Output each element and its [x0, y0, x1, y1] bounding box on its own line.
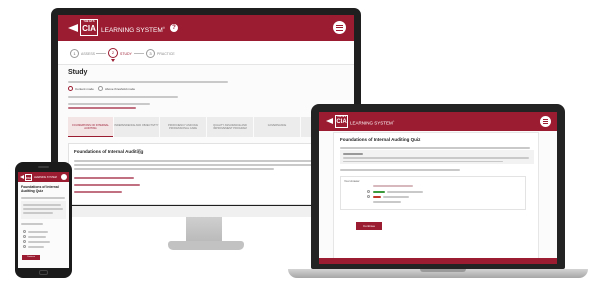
content-mode-label: Content mode: [75, 86, 94, 91]
info-icon[interactable]: [137, 149, 142, 154]
laptop-product-name: LEARNING SYSTEM®: [350, 120, 395, 126]
active-step-indicator: [111, 59, 115, 62]
laptop-footer-bar: [319, 258, 557, 264]
menu-icon: [336, 24, 343, 26]
section-title: Foundations of Internal Auditing: [74, 149, 144, 154]
app-header: THE IIA'S CIA LEARNING SYSTEM® ?: [58, 15, 354, 41]
tab-governance[interactable]: GOVERNANCE: [254, 117, 300, 137]
desktop-monitor-stand: [186, 217, 222, 243]
phone-cia-logo: CIA: [25, 173, 32, 181]
step-navigation: 1 ASSESS 2 STUDY 3 PRACTICE: [58, 41, 354, 65]
question-box: [340, 150, 534, 164]
phone-question-box: [21, 201, 66, 219]
laptop-cia-logo: THE IIA'S CIA: [335, 115, 348, 128]
logo-main-text: CIA: [82, 24, 96, 33]
threshold-mode-label: Above threshold mode: [105, 86, 136, 91]
menu-button[interactable]: [333, 21, 346, 34]
step-practice-label[interactable]: PRACTICE: [157, 52, 175, 56]
topic-link-1[interactable]: [74, 177, 134, 179]
topic-link-2[interactable]: [74, 184, 140, 186]
step-assess-circle[interactable]: 1: [70, 49, 79, 58]
laptop-notch: [420, 269, 466, 272]
domain-tabs: FOUNDATIONS OF INTERNAL AUDITING INDEPEN…: [68, 117, 348, 137]
product-name: LEARNING SYSTEM®: [101, 26, 165, 35]
laptop-hat-icon: [326, 118, 333, 124]
desktop-monitor-base: [168, 241, 244, 250]
step-study-circle[interactable]: 2: [108, 48, 118, 58]
tab-quality-assurance[interactable]: QUALITY ASSURANCE AND IMPROVEMENT PROGRA…: [207, 117, 253, 137]
cia-logo: THE IIA'S CIA: [80, 19, 98, 36]
study-heading: Study: [68, 69, 88, 76]
tab-proficiency[interactable]: PROFICIENCY AND DUE PROFESSIONAL CARE: [160, 117, 206, 137]
phone-home-button[interactable]: [39, 270, 48, 275]
laptop-logo-main: CIA: [336, 119, 347, 125]
desktop-screen: THE IIA'S CIA LEARNING SYSTEM® ? 1 ASSES…: [58, 15, 354, 205]
continue-button[interactable]: Continue: [356, 222, 382, 230]
laptop-app-header: THE IIA'S CIA LEARNING SYSTEM®: [319, 112, 557, 131]
topic-link-3[interactable]: [74, 191, 122, 193]
quiz-title: Foundations of Internal Auditing Quiz: [340, 137, 421, 142]
laptop-menu-icon: [543, 119, 548, 120]
phone-speaker: [38, 166, 49, 168]
help-icon[interactable]: ?: [170, 24, 178, 32]
phone-continue-button[interactable]: Continue: [22, 255, 40, 260]
laptop-screen: THE IIA'S CIA LEARNING SYSTEM® Foundatio…: [319, 112, 557, 264]
section-card: Foundations of Internal Auditing: [68, 143, 348, 205]
step-study-label[interactable]: STUDY: [120, 52, 132, 56]
option-radio-1[interactable]: [367, 190, 370, 193]
phone-hat-icon: [20, 175, 24, 179]
option-radio-2[interactable]: [367, 195, 370, 198]
wrong-bar: [373, 196, 381, 198]
progress-link[interactable]: [68, 107, 136, 109]
phone-product-name: LEARNING SYSTEM: [34, 175, 57, 179]
phone-menu-button[interactable]: [61, 174, 67, 180]
phone-screen: CIA LEARNING SYSTEM Foundations of Inter…: [18, 172, 69, 268]
your-answer-label: Your Answer: [344, 179, 360, 183]
threshold-mode-radio[interactable]: [98, 86, 103, 91]
correct-bar: [373, 191, 385, 193]
tab-foundations[interactable]: FOUNDATIONS OF INTERNAL AUDITING: [68, 117, 113, 137]
phone-quiz-title: Foundations of Internal Auditing Quiz: [21, 185, 59, 194]
phone-option-3[interactable]: [23, 240, 26, 243]
quiz-panel: Foundations of Internal Auditing Quiz Yo…: [333, 132, 539, 260]
answer-box: Your Answer: [340, 176, 526, 210]
phone-option-4[interactable]: [23, 245, 26, 248]
step-assess-label[interactable]: ASSESS: [81, 52, 95, 56]
phone-option-2[interactable]: [23, 235, 26, 238]
laptop-menu-button[interactable]: [540, 116, 551, 127]
hat-icon: [68, 24, 78, 32]
phone-app-header: CIA LEARNING SYSTEM: [18, 172, 69, 182]
content-mode-radio[interactable]: [68, 86, 73, 91]
phone-logo-main: CIA: [26, 175, 32, 180]
step-practice-circle[interactable]: 3: [146, 49, 155, 58]
tab-independence[interactable]: INDEPENDENCE AND OBJECTIVITY: [114, 117, 159, 137]
phone-option-1[interactable]: [23, 230, 26, 233]
